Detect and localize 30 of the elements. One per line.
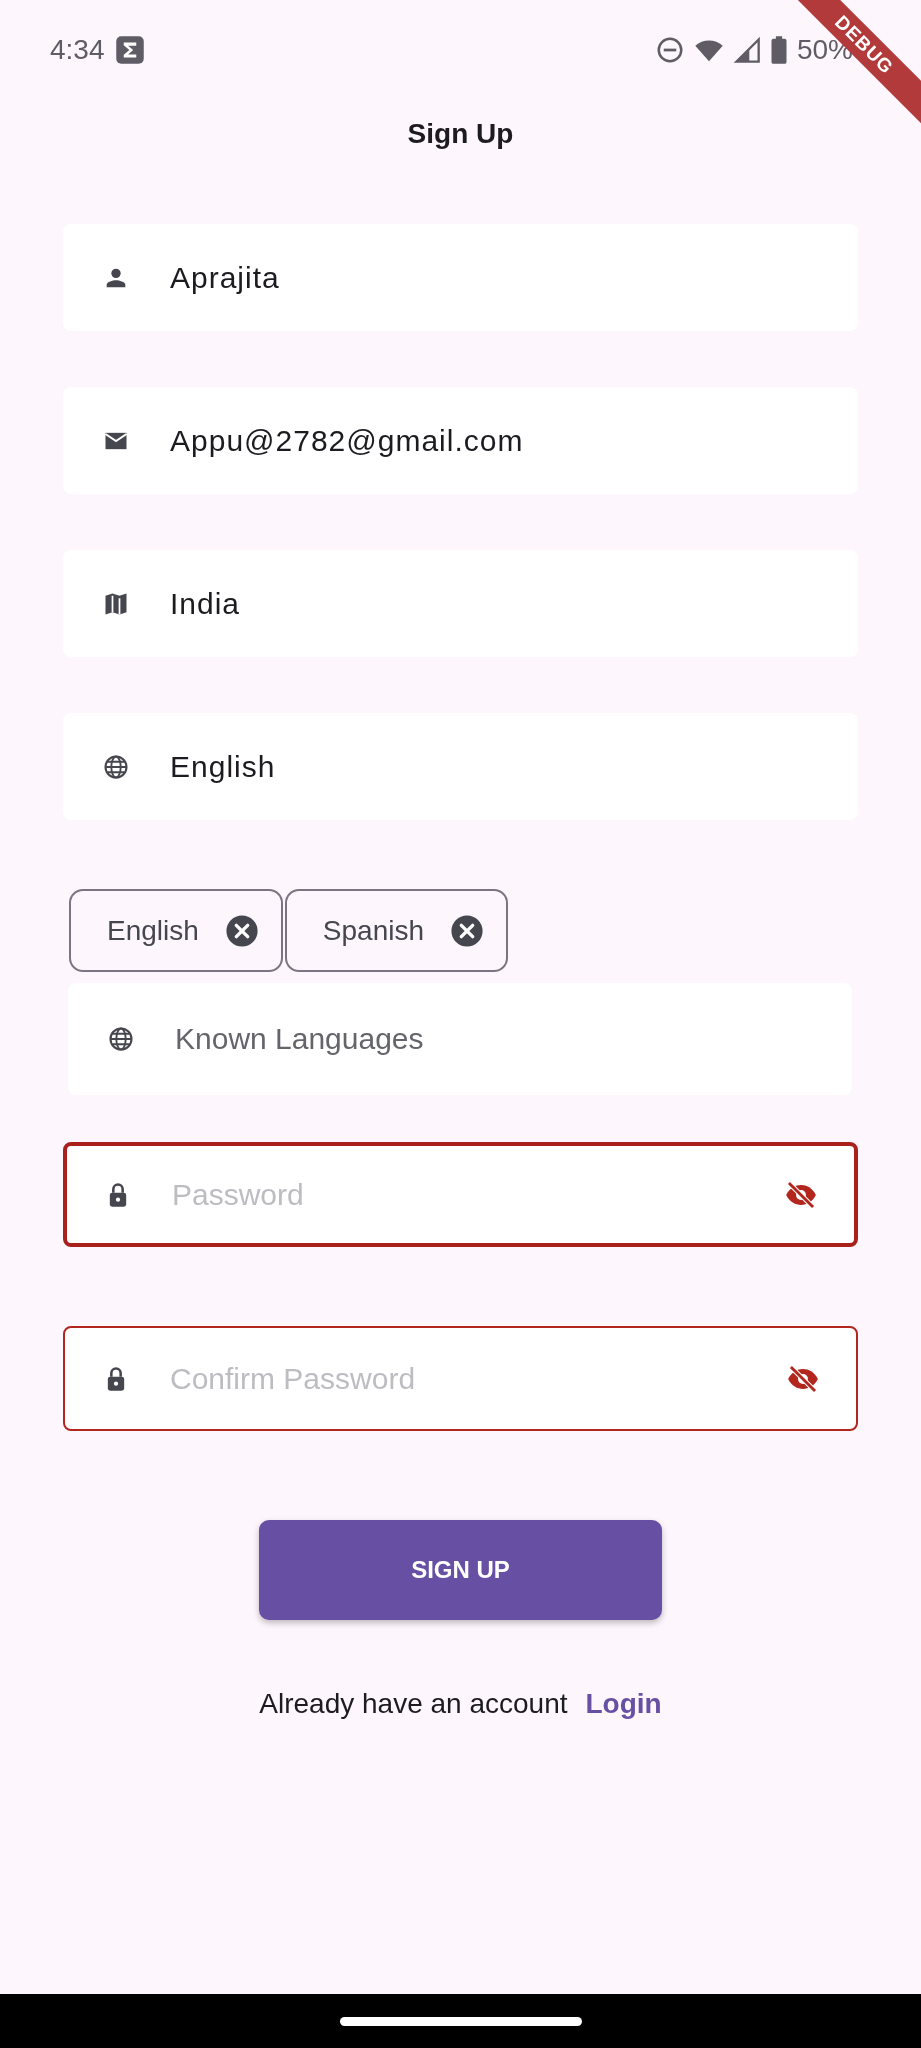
login-link[interactable]: Login	[585, 1688, 662, 1720]
chip-label: English	[107, 914, 199, 947]
password-field[interactable]: Confirm Password	[63, 1326, 858, 1431]
languages-input[interactable]: Known Languages	[175, 1022, 852, 1056]
text-field[interactable]: Appu@2782@gmail.com	[63, 387, 858, 494]
text-input[interactable]: English	[170, 749, 858, 784]
footer-text: Already have an account	[259, 1688, 568, 1720]
globe-icon	[107, 1025, 135, 1053]
text-field[interactable]: Aprajita	[63, 224, 858, 331]
language-chip[interactable]: English	[69, 889, 283, 972]
signal-icon	[732, 35, 761, 65]
text-input[interactable]: Aprajita	[170, 260, 858, 295]
home-handle[interactable]	[339, 2016, 582, 2026]
sigma-app-icon	[114, 35, 145, 65]
remove-icon	[224, 913, 259, 948]
password-input[interactable]: Password	[172, 1177, 784, 1212]
password-input[interactable]: Confirm Password	[170, 1361, 786, 1396]
text-field[interactable]: English	[63, 713, 858, 820]
remove-icon	[450, 913, 485, 948]
sign-up-button[interactable]: SIGN UP	[259, 1520, 662, 1620]
languages-field[interactable]: Known Languages	[68, 983, 852, 1095]
text-input[interactable]: India	[170, 586, 858, 621]
text-input[interactable]: Appu@2782@gmail.com	[170, 423, 858, 458]
globe-icon	[102, 752, 130, 781]
language-chip[interactable]: Spanish	[284, 889, 509, 972]
page-title: Sign Up	[406, 117, 515, 151]
chip-label: Spanish	[322, 914, 425, 947]
text-field[interactable]: India	[63, 550, 858, 657]
clock-time: 4:34	[50, 34, 105, 66]
password-field[interactable]: Password	[63, 1142, 858, 1247]
